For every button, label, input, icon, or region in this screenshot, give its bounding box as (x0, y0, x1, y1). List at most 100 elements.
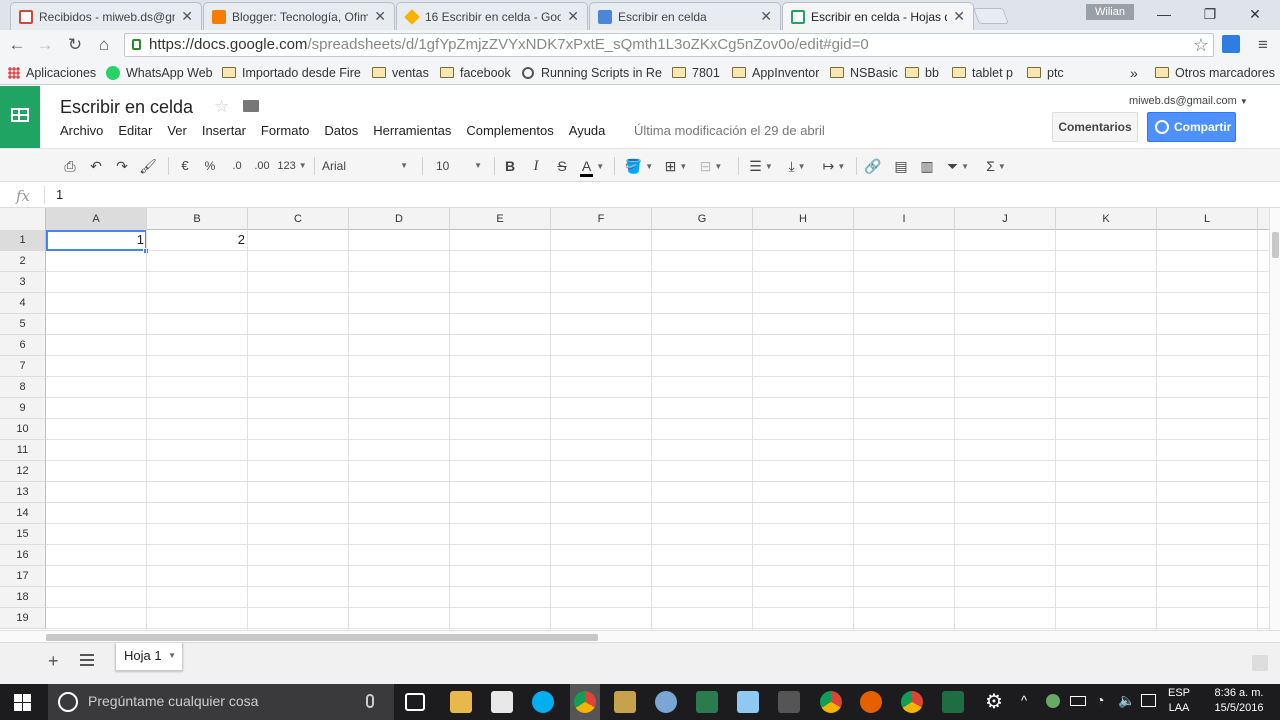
row-header-15[interactable]: 15 (0, 524, 46, 545)
close-tab-icon[interactable]: ✕ (181, 8, 193, 25)
select-all-corner[interactable] (0, 208, 46, 230)
tray-app-icon[interactable] (1046, 694, 1060, 708)
all-sheets-icon[interactable] (80, 654, 94, 666)
redo-icon[interactable]: ↷ (112, 156, 132, 176)
vertical-scroll-thumb[interactable] (1272, 232, 1279, 258)
restore-icon[interactable]: ❐ (1200, 6, 1220, 24)
microphone-icon[interactable] (366, 694, 374, 708)
cell-b1[interactable]: 2 (147, 230, 248, 251)
menu-complementos[interactable]: Complementos (466, 123, 553, 138)
close-tab-icon[interactable]: ✕ (953, 8, 965, 25)
formula-input[interactable]: 1 (56, 187, 63, 202)
column-header-g[interactable]: G (652, 208, 753, 230)
row-header-16[interactable]: 16 (0, 545, 46, 566)
home-icon[interactable]: ⌂ (93, 34, 115, 56)
close-tab-icon[interactable]: ✕ (760, 8, 772, 25)
address-bar[interactable]: https://docs.google.com/spreadsheets/d/1… (124, 33, 1214, 57)
move-to-folder-icon[interactable] (243, 100, 259, 112)
row-header-9[interactable]: 9 (0, 398, 46, 419)
menu-insertar[interactable]: Insertar (202, 123, 246, 138)
bookmark-7801[interactable]: 7801 (672, 64, 720, 81)
row-header-11[interactable]: 11 (0, 440, 46, 461)
font-size-dropdown[interactable]: 10 ▼ (432, 156, 486, 176)
text-color-button[interactable]: A ▼ (576, 156, 608, 177)
firefox-icon[interactable] (860, 691, 882, 713)
horizontal-scroll-thumb[interactable] (46, 634, 598, 641)
column-header-d[interactable]: D (349, 208, 450, 230)
more-bookmarks-button[interactable]: » (1130, 64, 1138, 81)
close-tab-icon[interactable]: ✕ (567, 8, 579, 25)
row-header-2[interactable]: 2 (0, 251, 46, 272)
row-header-5[interactable]: 5 (0, 314, 46, 335)
column-header-i[interactable]: I (854, 208, 955, 230)
app-icon-1[interactable] (614, 691, 636, 713)
browser-tab-blogger[interactable]: Blogger: Tecnología, Ofim ✕ (203, 2, 395, 30)
menu-herramientas[interactable]: Herramientas (373, 123, 451, 138)
menu-archivo[interactable]: Archivo (60, 123, 103, 138)
row-header-17[interactable]: 17 (0, 566, 46, 587)
bookmark-whatsapp[interactable]: WhatsApp Web (106, 64, 213, 81)
row-header-8[interactable]: 8 (0, 377, 46, 398)
strikethrough-button[interactable]: S (552, 156, 572, 176)
column-header-c[interactable]: C (248, 208, 349, 230)
currency-format-button[interactable]: € (176, 156, 194, 176)
undo-icon[interactable]: ↶ (86, 156, 106, 176)
windows-start-icon[interactable] (14, 694, 31, 711)
row-header-7[interactable]: 7 (0, 356, 46, 377)
back-icon[interactable]: ← (6, 34, 28, 56)
browser-tab-script[interactable]: Escribir en celda ✕ (589, 2, 781, 30)
wifi-icon[interactable]: ◔ (1096, 692, 1104, 708)
last-modified-link[interactable]: Última modificación el 29 de abril (634, 123, 825, 138)
sheets-home-logo[interactable] (0, 86, 40, 148)
spreadsheet-grid[interactable]: ABCDEFGHIJKL 1 2 3 4 5 6 7 8 9 10 11 12 13 14 15 16 17 18… (0, 208, 1269, 630)
column-header-f[interactable]: F (551, 208, 652, 230)
italic-button[interactable]: I (526, 156, 546, 176)
volume-icon[interactable]: 🔈 (1118, 692, 1135, 709)
bookmark-ventas[interactable]: ventas (372, 64, 429, 81)
bookmark-other[interactable]: Otros marcadores (1155, 64, 1275, 81)
menu-ver[interactable]: Ver (167, 123, 187, 138)
input-language[interactable]: ESP LAA (1168, 687, 1190, 714)
skype-icon[interactable] (532, 691, 554, 713)
menu-editar[interactable]: Editar (118, 123, 152, 138)
bookmark-bb[interactable]: bb (905, 64, 939, 81)
paint-format-icon[interactable]: 🖌 (138, 156, 158, 176)
chevron-down-icon[interactable]: ▼ (168, 643, 176, 669)
column-header-k[interactable]: K (1056, 208, 1157, 230)
extension-icon[interactable] (1222, 35, 1240, 53)
battery-icon[interactable] (1070, 696, 1086, 706)
insert-comment-icon[interactable]: ▤ (890, 156, 912, 176)
profile-name-badge[interactable]: Wilian (1086, 4, 1134, 20)
close-tab-icon[interactable]: ✕ (374, 8, 386, 25)
row-header-18[interactable]: 18 (0, 587, 46, 608)
vertical-scrollbar[interactable] (1269, 208, 1280, 630)
account-email[interactable]: miweb.ds@gmail.com ▼ (1129, 95, 1248, 107)
chrome-menu-icon[interactable]: ≡ (1252, 34, 1274, 56)
file-explorer-icon[interactable] (450, 691, 472, 713)
cortana-search-box[interactable]: Pregúntame cualquier cosa (48, 684, 394, 720)
horizontal-scrollbar[interactable] (0, 630, 1280, 642)
row-header-19[interactable]: 19 (0, 608, 46, 629)
app-icon-2[interactable] (655, 691, 677, 713)
insert-link-icon[interactable]: 🔗 (862, 156, 884, 176)
row-header-4[interactable]: 4 (0, 293, 46, 314)
app-icon-4[interactable] (737, 691, 759, 713)
text-wrap-button[interactable]: ↦ ▼ (816, 156, 852, 176)
document-title[interactable]: Escribir en celda (60, 97, 193, 118)
menu-formato[interactable]: Formato (261, 123, 309, 138)
row-header-12[interactable]: 12 (0, 461, 46, 482)
horizontal-align-button[interactable]: ☰ ▼ (744, 156, 778, 176)
insert-chart-icon[interactable]: ▥ (916, 156, 938, 176)
browser-tab-sheets[interactable]: Escribir en celda - Hojas d ✕ (782, 2, 974, 30)
forward-icon[interactable]: → (34, 34, 56, 56)
settings-gear-icon[interactable]: ⚙ (983, 691, 1005, 713)
bookmark-apps[interactable]: Aplicaciones (8, 64, 96, 81)
bookmark-running-scripts[interactable]: Running Scripts in Re (522, 64, 662, 81)
minimize-icon[interactable]: — (1154, 6, 1174, 24)
vertical-align-button[interactable]: ⤓ ▼ (780, 156, 814, 176)
borders-button[interactable]: ⊞ ▼ (660, 156, 692, 176)
new-tab-button[interactable] (973, 8, 1009, 24)
row-header-13[interactable]: 13 (0, 482, 46, 503)
explore-icon[interactable] (1252, 655, 1268, 671)
row-header-6[interactable]: 6 (0, 335, 46, 356)
